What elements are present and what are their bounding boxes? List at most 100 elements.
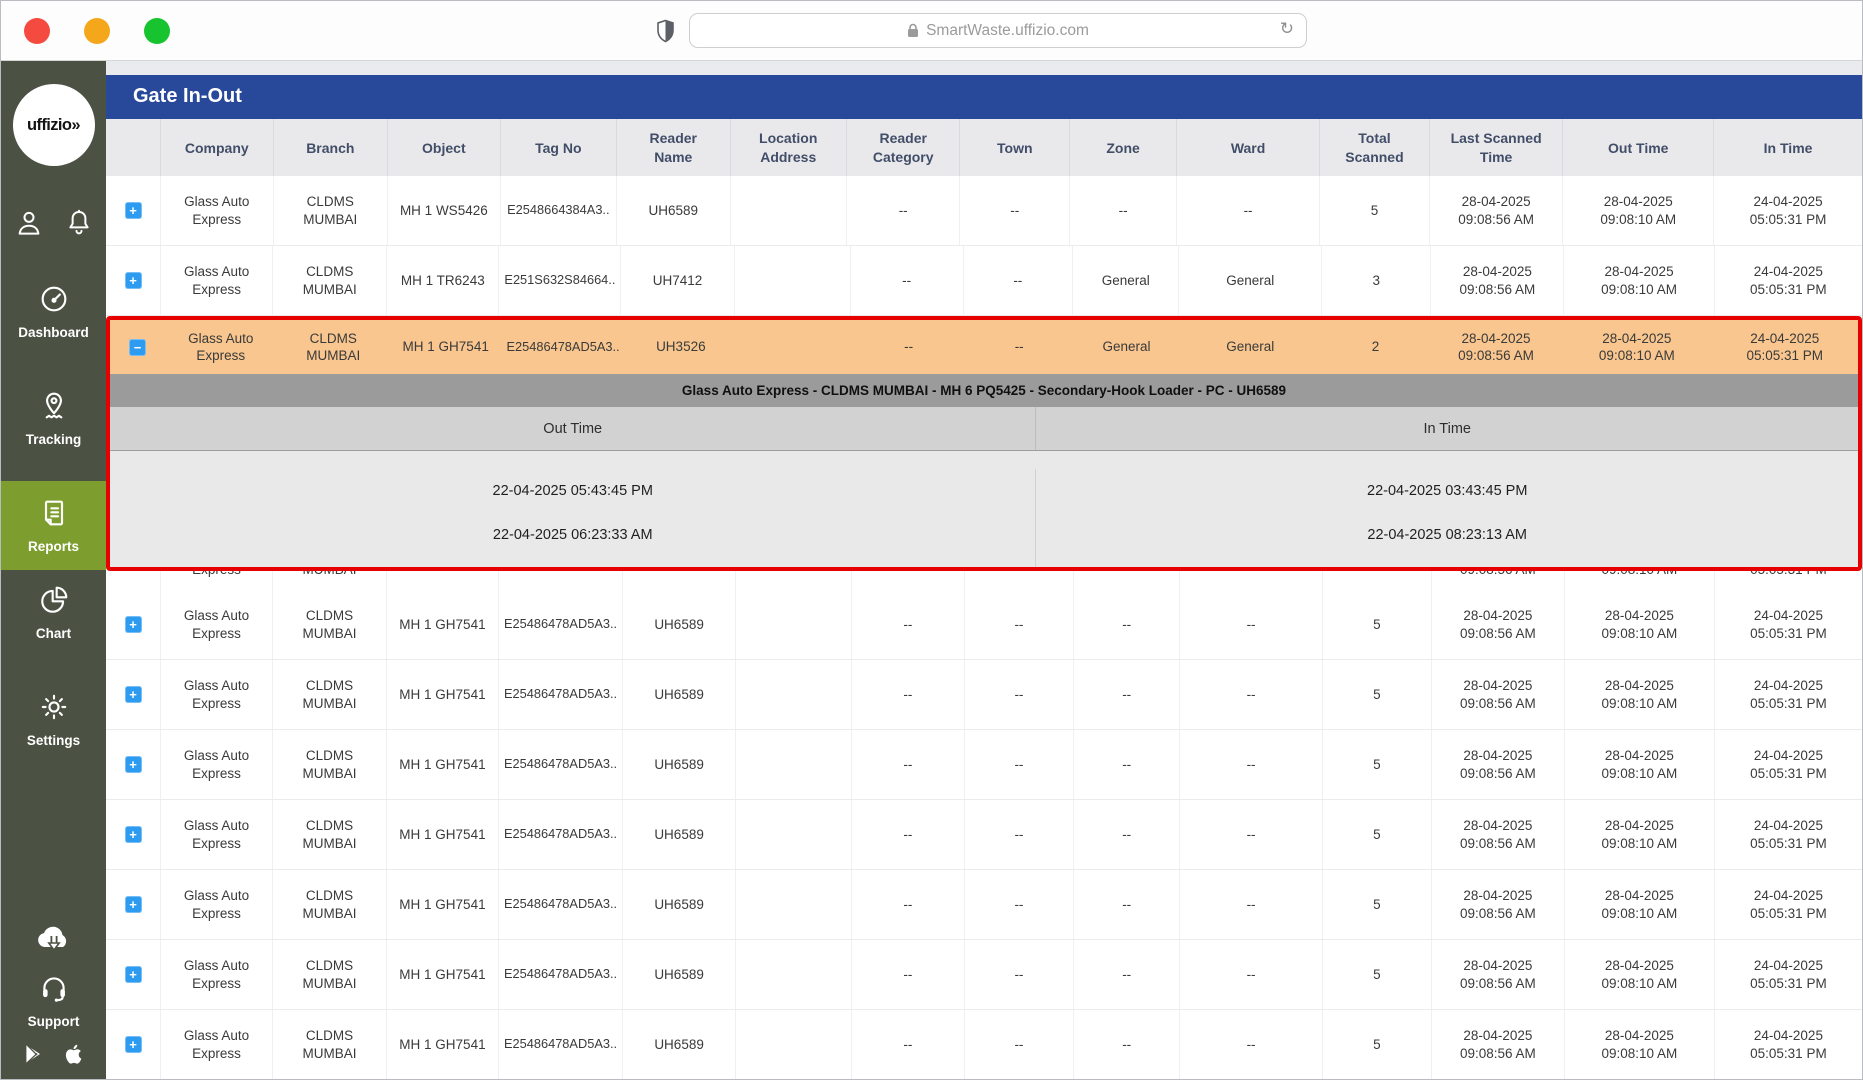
google-play-icon[interactable] <box>21 1041 47 1072</box>
cloud-download-icon[interactable] <box>34 921 74 958</box>
cell-last-scanned-time: 28-04-2025 09:08:56 AM <box>1432 1010 1565 1079</box>
cell-ward: -- <box>1180 730 1323 799</box>
cell-tag-no: E25486478AD5A3.. <box>499 870 624 939</box>
cell-in-time: 24-04-2025 05:05:31 PM <box>1749 194 1827 227</box>
expand-row-button[interactable]: + <box>124 896 142 913</box>
cell-branch: CLDMS MUMBAI <box>273 870 387 939</box>
col-header-last-scanned-time[interactable]: Last Scanned Time <box>1430 119 1564 177</box>
sidebar-item-dashboard[interactable]: Dashboard <box>1 273 106 350</box>
expand-row-button[interactable]: + <box>124 616 142 633</box>
cell-object: MH 1 GH7541 <box>387 730 499 799</box>
cell-tag-no: E251S632S84664.. <box>499 246 622 316</box>
lock-icon <box>908 23 919 37</box>
zoom-window-button[interactable] <box>144 17 170 44</box>
cell-ward: General <box>1226 339 1275 355</box>
cell-in-time: 24-04-2025 05:05:31 PM <box>1750 887 1827 921</box>
col-header-in-time[interactable]: In Time <box>1714 119 1862 176</box>
cell-in-time: 24-04-2025 05:05:31 PM <box>1715 571 1862 590</box>
table-row: + Glass Auto Express CLDMS MUMBAI MH 1 T… <box>106 246 1862 317</box>
cell-reader-name: UH3526 <box>656 339 706 355</box>
cell-ward: -- <box>1180 660 1323 729</box>
browser-chrome: SmartWaste.uffizio.com ↻ <box>1 1 1862 61</box>
sidebar-item-tracking[interactable]: Tracking <box>1 380 106 457</box>
cell-object: MH 1 GH7541 <box>387 870 499 939</box>
cell-out-time: 28-04-2025 09:08:10 AM <box>1565 870 1715 939</box>
notifications-bell-icon[interactable] <box>64 208 94 243</box>
cell-object: MH 1 GH7541 <box>387 660 499 729</box>
close-window-button[interactable] <box>24 17 50 44</box>
expand-row-button[interactable]: + <box>124 826 142 843</box>
cell-tag-no: E25486478AD5A3.. <box>499 571 624 590</box>
expand-row-button[interactable]: + <box>124 1036 142 1053</box>
cell-town: -- <box>965 940 1075 1009</box>
cell-out-time: 28-04-2025 09:08:10 AM <box>1565 571 1715 590</box>
cell-reader-name: UH6589 <box>623 730 737 799</box>
cell-reader-name: UH6589 <box>623 571 737 590</box>
col-header-branch[interactable]: Branch <box>274 119 389 177</box>
expand-row-button[interactable]: + <box>124 756 142 773</box>
page-header: Gate In-Out <box>106 74 1862 120</box>
cell-reader-name: UH6589 <box>623 870 737 939</box>
cell-town: -- <box>964 246 1073 316</box>
cell-zone: -- <box>1074 1010 1181 1079</box>
cell-reader-category: -- <box>852 660 965 729</box>
table-row: + Glass Auto Express CLDMS MUMBAI MH 1 G… <box>106 940 1862 1010</box>
reload-icon[interactable]: ↻ <box>1280 19 1294 39</box>
cell-zone: -- <box>1074 870 1181 939</box>
cell-branch: CLDMS MUMBAI <box>273 660 387 729</box>
col-header-location-address[interactable]: Location Address <box>731 119 847 177</box>
col-header-town[interactable]: Town <box>960 119 1071 177</box>
col-header-reader-name[interactable]: Reader Name <box>617 119 731 177</box>
cell-company: Glass Auto Express <box>161 246 274 316</box>
col-header-ward[interactable]: Ward <box>1177 119 1321 177</box>
sidebar-item-support[interactable]: Support <box>1 972 106 1029</box>
cell-ward: General <box>1179 246 1323 316</box>
cell-company: Glass Auto Express <box>161 940 274 1009</box>
cell-reader-category: -- <box>852 870 965 939</box>
col-header-object[interactable]: Object <box>388 119 501 177</box>
user-profile-icon[interactable] <box>14 208 44 243</box>
col-header-out-time[interactable]: Out Time <box>1563 119 1715 177</box>
table-row: + Glass Auto Express CLDMS MUMBAI MH 1 G… <box>106 800 1862 870</box>
sidebar-item-reports[interactable]: Reports <box>1 481 106 570</box>
cell-total-scanned: 5 <box>1323 940 1432 1009</box>
expand-row-button[interactable]: + <box>124 686 142 703</box>
cell-reader-category: -- <box>852 1010 965 1079</box>
expand-row-button[interactable]: + <box>124 202 142 220</box>
apple-icon[interactable] <box>61 1041 87 1072</box>
expand-row-button[interactable]: + <box>124 966 142 983</box>
table-row: + Glass Auto Express CLDMS MUMBAI MH 1 G… <box>106 730 1862 800</box>
cell-in-time: 24-04-2025 05:05:31 PM <box>1746 330 1824 364</box>
collapse-row-button[interactable]: − <box>129 338 146 356</box>
detail-subheader: Out Time In Time <box>110 407 1858 452</box>
col-header-tag-no[interactable]: Tag No <box>501 119 618 177</box>
table-row: + Glass Auto Express CLDMS MUMBAI MH 1 G… <box>106 590 1862 660</box>
sidebar-label-tracking: Tracking <box>25 432 82 447</box>
expand-row-button[interactable]: + <box>124 272 142 290</box>
cell-last-scanned-time: 28-04-2025 09:08:56 AM <box>1432 940 1565 1009</box>
col-header-reader-category[interactable]: Reader Category <box>847 119 961 177</box>
cell-town: -- <box>965 730 1075 799</box>
cell-tag-no: E25486478AD5A3.. <box>506 338 620 354</box>
cell-reader-category: -- <box>852 571 965 590</box>
address-bar[interactable]: SmartWaste.uffizio.com ↻ <box>689 13 1307 48</box>
sidebar-item-chart[interactable]: Chart <box>1 574 106 651</box>
col-header-total-scanned[interactable]: Total Scanned <box>1320 119 1430 177</box>
cell-total-scanned: 5 <box>1323 1010 1432 1079</box>
cell-zone: -- <box>1070 176 1178 246</box>
cell-company: Glass Auto Express <box>161 870 274 939</box>
col-header-company[interactable]: Company <box>161 119 274 177</box>
privacy-shield-icon[interactable] <box>656 19 675 43</box>
cell-branch: CLDMS MUMBAI <box>273 571 387 590</box>
sidebar-label-dashboard: Dashboard <box>18 325 89 340</box>
cell-out-time: 28-04-2025 09:08:10 AM <box>1564 246 1715 316</box>
cell-ward: -- <box>1180 590 1323 659</box>
cell-town: -- <box>965 571 1075 590</box>
col-header-zone[interactable]: Zone <box>1070 119 1178 177</box>
partially-hidden-row: + Glass Auto Express CLDMS MUMBAI MH 1 G… <box>106 571 1862 590</box>
minimize-window-button[interactable] <box>84 17 110 44</box>
cell-out-time: 28-04-2025 09:08:10 AM <box>1565 800 1715 869</box>
sidebar-item-settings[interactable]: Settings <box>1 681 106 758</box>
cell-out-time: 28-04-2025 09:08:10 AM <box>1565 590 1715 659</box>
detail-in-time-1: 22-04-2025 03:43:45 PM <box>1367 483 1528 500</box>
